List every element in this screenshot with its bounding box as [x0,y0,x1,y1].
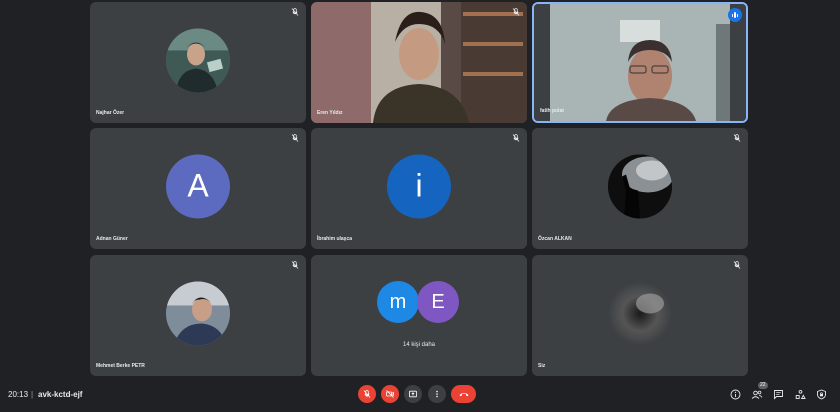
avatar-photo [608,153,672,218]
meeting-clock: 20:13 [8,390,29,399]
host-controls-button[interactable] [814,387,828,401]
mic-off-icon [733,134,741,142]
participant-tile[interactable]: i İbrahim ulaşca [311,128,527,249]
participant-tile-active-speaker[interactable]: fatih polat [532,2,748,123]
participant-tile-self[interactable]: Siz [532,255,748,376]
participant-avatar: A [166,153,230,218]
avatar-initial: E [431,290,445,313]
divider: | [31,390,34,399]
camera-off-icon [386,390,394,398]
participant-tile[interactable]: Özcan ALKAN [532,128,748,249]
people-icon [751,390,763,399]
present-screen-icon [409,390,417,398]
participant-avatar [608,153,672,218]
avatar-photo [166,280,230,345]
mic-off-icon [291,8,299,16]
meeting-code: avk-kctd-ejf [38,390,83,399]
participant-name: Najhar Özer [96,110,125,116]
mic-off-icon [363,390,371,398]
mic-off-icon [512,134,520,142]
participant-name: İbrahim ulaşca [317,236,353,242]
participant-avatar: m [377,281,419,323]
toggle-camera-button[interactable] [381,385,399,403]
avatar-initial: i [415,167,423,204]
bottom-control-bar: 20:13 | avk-kctd-ejf 22 [0,380,840,412]
more-participants-tile[interactable]: m E 14 kişi daha [311,255,527,376]
mic-off-icon [291,261,299,269]
participant-tile[interactable]: Mehmet Berke PETR [90,255,306,376]
participant-name: Özcan ALKAN [538,236,572,242]
participant-name: fatih polat [540,108,564,114]
participant-tile[interactable]: Eren Yıldız [311,2,527,123]
people-count-badge: 22 [758,382,768,389]
video-feed [534,4,746,121]
video-feed [311,2,527,123]
avatar-photo-blurred [608,280,672,345]
participant-avatar [166,280,230,345]
present-screen-button[interactable] [404,385,422,403]
chat-icon [773,389,783,400]
mic-off-icon [291,134,299,142]
participant-name: Siz [538,363,546,369]
show-everyone-button[interactable] [750,387,764,401]
more-options-button[interactable] [428,385,446,403]
participant-tile[interactable]: Najhar Özer [90,2,306,123]
more-participants-avatars: m E [377,281,461,325]
meeting-details-button[interactable] [728,387,742,401]
participant-avatar: E [417,281,459,323]
mic-off-icon [512,8,520,16]
info-icon [730,389,740,399]
shield-lock-icon [816,389,826,399]
activities-button[interactable] [793,387,807,401]
more-participants-label: 14 kişi daha [402,342,436,348]
participant-tile[interactable]: A Adnan Güner [90,128,306,249]
leave-call-button[interactable] [451,385,476,403]
avatar-initial: A [187,167,209,204]
chat-button[interactable] [771,387,785,401]
participant-name: Eren Yıldız [317,110,343,116]
more-vert-icon [436,390,438,398]
speaking-indicator-icon [728,8,742,22]
hang-up-icon [459,393,468,397]
participant-avatar [608,280,672,345]
toggle-microphone-button[interactable] [358,385,376,403]
participant-name: Mehmet Berke PETR [96,363,145,369]
participant-avatar [166,27,230,92]
avatar-photo [166,27,230,92]
avatar-initial: m [389,290,407,313]
participant-name: Adnan Güner [96,236,128,242]
activities-icon [795,389,806,399]
participant-avatar: i [387,153,451,218]
mic-off-icon [733,261,741,269]
